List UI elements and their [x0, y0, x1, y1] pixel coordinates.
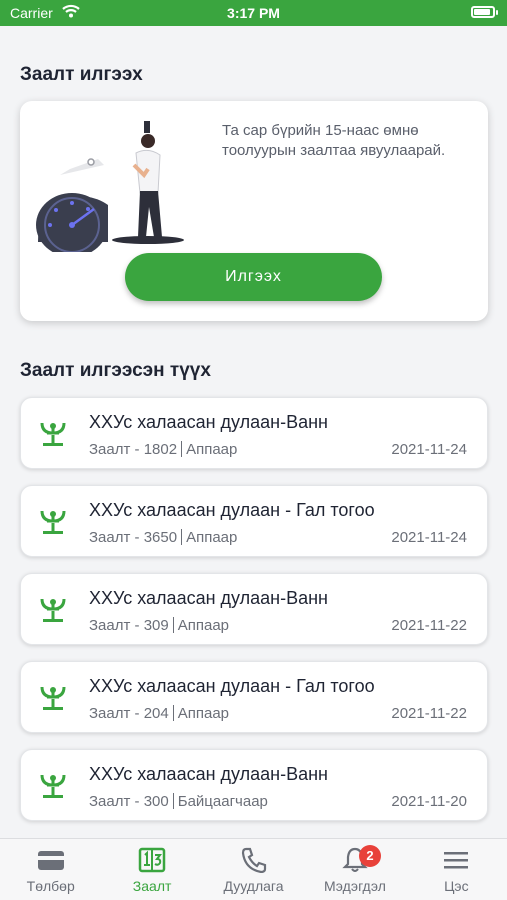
- history-item[interactable]: ХХУс халаасан дулаан-Ванн Заалт - 309 Апп…: [20, 573, 488, 645]
- history-item-title: ХХУс халаасан дулаан-Ванн: [89, 412, 328, 432]
- send-reading-button[interactable]: Илгээх: [125, 253, 382, 301]
- meta-divider: [181, 529, 183, 545]
- history-item-source: Аппаар: [177, 705, 230, 722]
- history-item[interactable]: ХХУс халаасан дулаан - Гал тогоо Заалт -…: [20, 485, 488, 557]
- water-tap-icon: [39, 508, 67, 536]
- history-item-date: 2021-11-22: [391, 617, 467, 634]
- history-item-date: 2021-11-20: [391, 793, 467, 810]
- history-item-title: ХХУс халаасан дулаан - Гал тогоо: [89, 500, 375, 520]
- tab-notifications[interactable]: 2 Мэдэгдэл: [304, 839, 405, 900]
- meter-illustration: [36, 117, 196, 257]
- history-item-source: Байцаагчаар: [177, 793, 268, 810]
- history-item[interactable]: ХХУс халаасан дулаан-Ванн Заалт - 1802 Ап…: [20, 397, 488, 469]
- meter-icon: [138, 847, 166, 873]
- menu-icon: [442, 847, 470, 873]
- tab-menu-label: Цэс: [444, 878, 469, 894]
- history-item-meta: Заалт - 1802 Аппаар: [89, 441, 237, 458]
- status-bar: Carrier 3:17 PM: [0, 0, 507, 26]
- tab-notifications-label: Мэдэгдэл: [323, 878, 386, 894]
- tab-payment-label: Төлбөр: [26, 878, 75, 894]
- tab-meter-reading-label: Заалт: [132, 878, 172, 894]
- bottom-tab-bar: Төлбөр Заалт Дуудлага 2 Мэдэгдэл Цэс: [0, 838, 507, 900]
- status-time: 3:17 PM: [227, 5, 280, 21]
- tab-payment[interactable]: Төлбөр: [0, 839, 101, 900]
- tab-meter-reading[interactable]: Заалт: [101, 839, 202, 900]
- tab-calls[interactable]: Дуудлага: [203, 839, 304, 900]
- meta-divider: [172, 617, 174, 633]
- history-item-date: 2021-11-24: [391, 441, 467, 458]
- history-item-meta: Заалт - 309 Аппаар: [89, 617, 229, 634]
- history-item-title: ХХУс халаасан дулаан-Ванн: [89, 588, 328, 608]
- history-item-source: Аппаар: [177, 617, 230, 634]
- history-item-meta: Заалт - 3650 Аппаар: [89, 529, 237, 546]
- water-tap-icon: [39, 684, 67, 712]
- history-item-source: Аппаар: [186, 529, 238, 546]
- battery-icon: [471, 6, 498, 18]
- history-item-date: 2021-11-22: [391, 705, 467, 722]
- history-item-reading: Заалт - 3650: [89, 529, 178, 546]
- history-item-title: ХХУс халаасан дулаан - Гал тогоо: [89, 676, 375, 696]
- tab-calls-label: Дуудлага: [223, 878, 284, 894]
- wallet-icon: [37, 847, 65, 873]
- phone-icon: [240, 847, 268, 874]
- notification-badge: 2: [358, 845, 381, 867]
- meta-divider: [172, 793, 174, 809]
- history-item-meta: Заалт - 204 Аппаар: [89, 705, 229, 722]
- history-item[interactable]: ХХУс халаасан дулаан - Гал тогоо Заалт -…: [20, 661, 488, 733]
- history-item[interactable]: ХХУс халаасан дулаан-Ванн Заалт - 300 Бай…: [20, 749, 488, 821]
- history-item-source: Аппаар: [186, 441, 238, 458]
- history-section-title: Заалт илгээсэн түүх: [20, 360, 211, 381]
- reading-deadline-text: Та сар бүрийн 15-наас өмнө тоолуурын заа…: [222, 122, 446, 159]
- history-item-date: 2021-11-24: [391, 529, 467, 546]
- meta-divider: [181, 441, 183, 457]
- send-reading-card: Та сар бүрийн 15-наас өмнө тоолуурын заа…: [20, 101, 488, 321]
- reading-history-list: ХХУс халаасан дулаан-Ванн Заалт - 1802 Ап…: [20, 397, 488, 837]
- history-item-title: ХХУс халаасан дулаан-Ванн: [89, 764, 328, 784]
- water-tap-icon: [39, 772, 67, 800]
- water-tap-icon: [39, 596, 67, 624]
- history-item-reading: Заалт - 204: [89, 705, 169, 722]
- history-item-reading: Заалт - 309: [89, 617, 169, 634]
- history-item-meta: Заалт - 300 Байцаагчаар: [89, 793, 268, 810]
- send-section-title: Заалт илгээх: [20, 64, 143, 85]
- history-item-reading: Заалт - 300: [89, 793, 169, 810]
- tab-menu[interactable]: Цэс: [406, 839, 507, 900]
- history-item-reading: Заалт - 1802: [89, 441, 178, 458]
- meta-divider: [172, 705, 174, 721]
- water-tap-icon: [39, 420, 67, 448]
